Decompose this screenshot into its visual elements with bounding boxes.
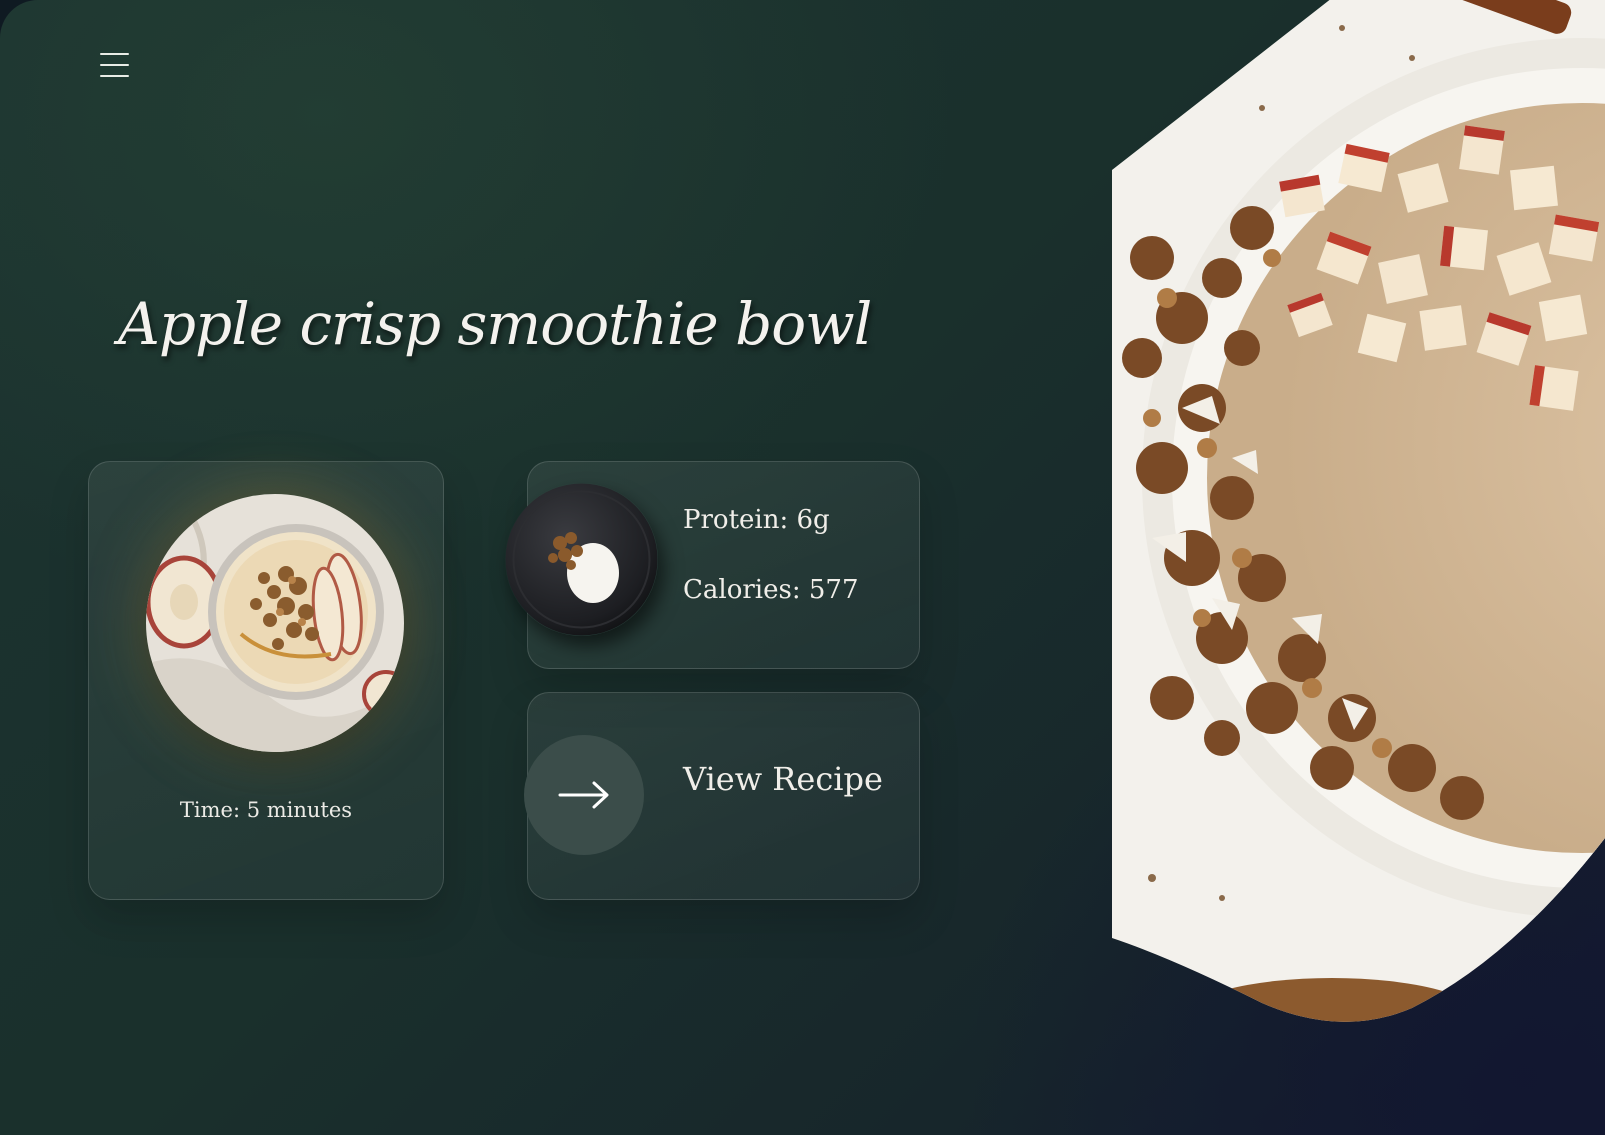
arrow-right-icon [558,781,609,809]
menu-line [100,75,129,77]
hero-smoothie-image [1112,0,1605,1038]
menu-line [100,64,129,66]
view-recipe-button[interactable] [524,735,644,855]
protein-label: Protein: 6g [683,505,830,535]
time-card: Time: 5 minutes [88,461,444,900]
time-label: Time: 5 minutes [179,798,353,822]
hamburger-menu-icon[interactable] [100,52,130,78]
menu-line [100,53,129,55]
recipe-title: Apple crisp smoothie bowl [118,290,872,358]
view-recipe-label[interactable]: View Recipe [683,760,883,798]
calories-label: Calories: 577 [683,575,859,605]
plate-image [505,483,658,636]
app-screen: Apple crisp smoothie bowl Time: 5 minute… [0,0,1605,1135]
smoothie-bowl-photo [146,494,404,752]
